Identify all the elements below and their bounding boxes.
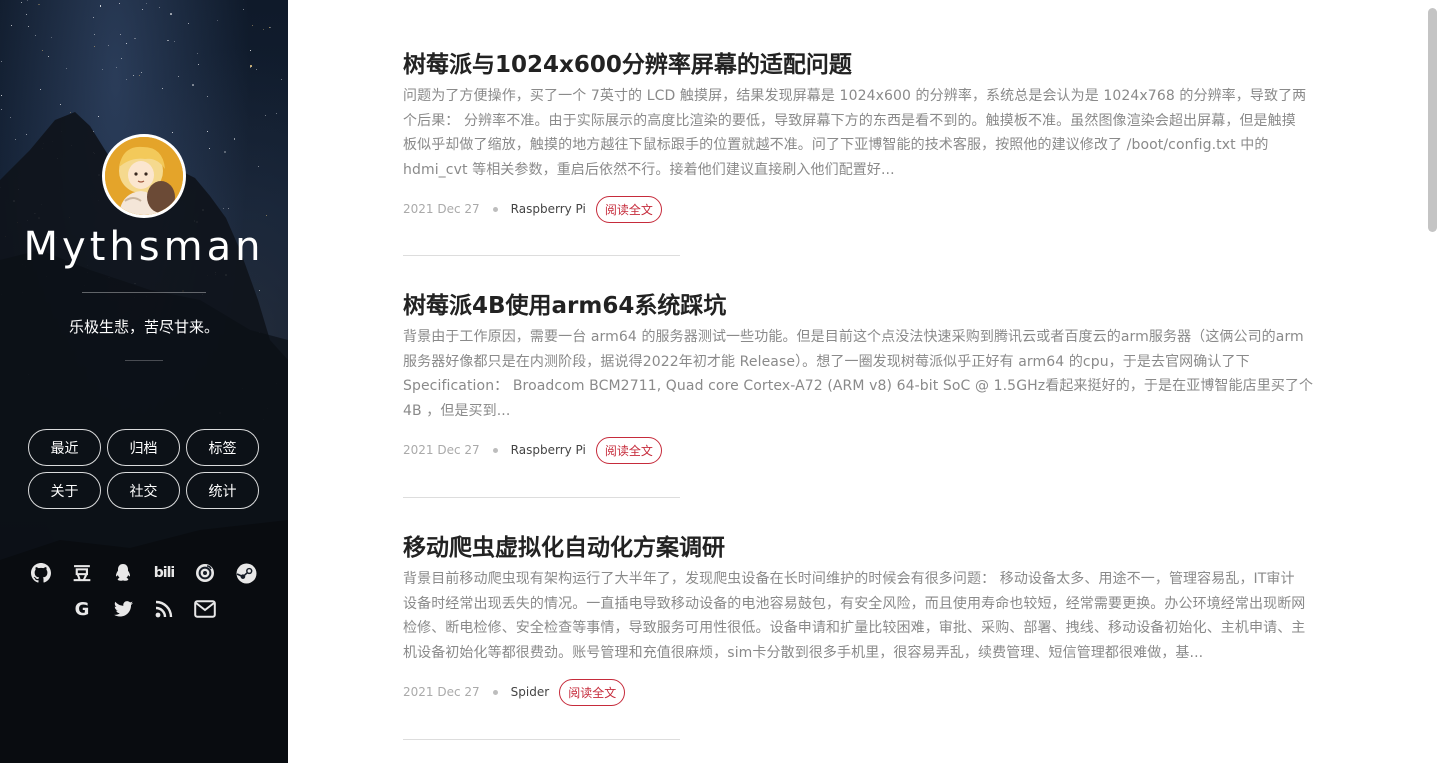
post-divider (403, 255, 680, 256)
read-more-button[interactable]: 阅读全文 (595, 436, 662, 464)
post-title[interactable]: 树莓派与1024x600分辨率屏幕的适配问题 (403, 50, 1328, 80)
post-date: 2021 Dec 27 (403, 202, 480, 217)
github-icon[interactable] (30, 562, 52, 584)
post-tag[interactable]: Raspberry Pi (511, 443, 586, 457)
post-title[interactable]: 树莓派4B使用arm64系统踩坑 (403, 291, 1328, 321)
read-more-button[interactable]: 阅读全文 (595, 195, 662, 223)
sidebar: Mythsman 乐极生悲，苦尽甘来。 最近 归档 标签 关于 社交 统计 豆 … (0, 0, 288, 763)
excerpt-line: hdmi_cvt 等相关参数，重启后依然不行。接着他们建议直接刷入他们配置好..… (403, 161, 895, 178)
meta-separator (492, 206, 498, 212)
main-content: 树莓派与1024x600分辨率屏幕的适配问题 问题为了方便操作，买了一个 7英寸… (288, 0, 1440, 763)
excerpt-line: 背景由于工作原因，需要一台 arm64 的服务器测试一些功能。但是目前这个点没法… (403, 329, 1304, 345)
excerpt-line: 个后果： 分辨率不准。由于实际展示的高度比渲染的要低，导致屏幕下方的东西是看不到… (403, 112, 1296, 129)
excerpt-line: 问题为了方便操作，买了一个 7英寸的 LCD 触摸屏，结果发现屏幕是 1024x… (403, 88, 1307, 104)
mountain-silhouette (0, 112, 288, 763)
scrollbar-thumb[interactable] (1428, 8, 1437, 232)
post-tag[interactable]: Spider (511, 685, 550, 699)
twitter-icon[interactable] (112, 598, 134, 620)
nav-stats-button[interactable]: 统计 (186, 472, 259, 509)
excerpt-line: 4B ，但是买到... (403, 402, 511, 419)
excerpt-line: 板似乎却做了缩放，触摸的地方越往下鼠标跟手的位置就越不准。问了下亚博智能的技术客… (403, 137, 1269, 154)
post-title[interactable]: 移动爬虫虚拟化自动化方案调研 (403, 533, 1328, 563)
post-meta: 2021 Dec 27 Raspberry Pi 阅读全文 (403, 436, 1328, 464)
nav-about-button[interactable]: 关于 (28, 472, 101, 509)
post-excerpt: 问题为了方便操作，买了一个 7英寸的 LCD 触摸屏，结果发现屏幕是 1024x… (403, 84, 1328, 182)
post-item: 树莓派4B使用arm64系统踩坑 背景由于工作原因，需要一台 arm64 的服务… (403, 291, 1328, 464)
motto-divider (125, 360, 163, 361)
nav-tags-button[interactable]: 标签 (186, 429, 259, 466)
excerpt-line: Specification： Broadcom BCM2711, Quad co… (403, 378, 1314, 395)
post-date: 2021 Dec 27 (403, 685, 480, 700)
post-meta: 2021 Dec 27 Raspberry Pi 阅读全文 (403, 195, 1328, 223)
google-glyph: G (74, 598, 90, 620)
post-tag[interactable]: Raspberry Pi (511, 202, 586, 216)
post-meta: 2021 Dec 27 Spider 阅读全文 (403, 678, 1328, 706)
site-title[interactable]: Mythsman (0, 224, 288, 270)
post-date: 2021 Dec 27 (403, 443, 480, 458)
post-divider (403, 739, 680, 740)
douban-icon[interactable]: 豆 (71, 562, 93, 585)
excerpt-line: 背景目前移动爬虫现有架构运行了大半年了，发现爬虫设备在长时间维护的时候会有很多问… (403, 571, 1295, 587)
nav-recent-button[interactable]: 最近 (28, 429, 101, 466)
avatar[interactable] (102, 134, 186, 218)
avatar-image (105, 137, 183, 215)
post-item: 树莓派与1024x600分辨率屏幕的适配问题 问题为了方便操作，买了一个 7英寸… (403, 50, 1328, 223)
steam-icon[interactable] (235, 562, 257, 584)
qq-icon[interactable] (112, 562, 134, 584)
excerpt-line: 设备时经常出现丢失的情况。一直插电导致移动设备的电池容易鼓包，有安全风险，而且使… (403, 595, 1306, 612)
post-excerpt: 背景目前移动爬虫现有架构运行了大半年了，发现爬虫设备在长时间维护的时候会有很多问… (403, 567, 1328, 665)
meta-separator (492, 447, 498, 453)
douban-glyph: 豆 (73, 564, 91, 585)
excerpt-line: 机设备初始化等都很费劲。账号管理和充值很麻烦，sim卡分散到很多手机里，很容易弄… (403, 644, 1204, 661)
excerpt-line: 服务器好像都只是在内测阶段，据说得2022年初才能 Release）。想了一圈发… (403, 353, 1250, 370)
google-icon[interactable]: G (71, 598, 93, 620)
netease-music-icon[interactable] (194, 562, 216, 584)
nav-archive-button[interactable]: 归档 (107, 429, 180, 466)
post-item: 移动爬虫虚拟化自动化方案调研 背景目前移动爬虫现有架构运行了大半年了，发现爬虫设… (403, 533, 1328, 706)
meta-separator (492, 689, 498, 695)
site-motto: 乐极生悲，苦尽甘来。 (68, 318, 219, 336)
nav-social-button[interactable]: 社交 (107, 472, 180, 509)
title-divider (82, 292, 206, 293)
read-more-button[interactable]: 阅读全文 (559, 678, 626, 706)
post-divider (403, 497, 680, 498)
bilibili-icon[interactable]: bili (153, 562, 175, 584)
excerpt-line: 检修、断电检修、安全检查等事情，导致服务可用性很低。设备申请和扩量比较困难，审批… (403, 620, 1306, 637)
bilibili-glyph: bili (153, 565, 175, 581)
post-excerpt: 背景由于工作原因，需要一台 arm64 的服务器测试一些功能。但是目前这个点没法… (403, 325, 1328, 423)
email-icon[interactable] (194, 598, 216, 620)
rss-icon[interactable] (153, 598, 175, 620)
